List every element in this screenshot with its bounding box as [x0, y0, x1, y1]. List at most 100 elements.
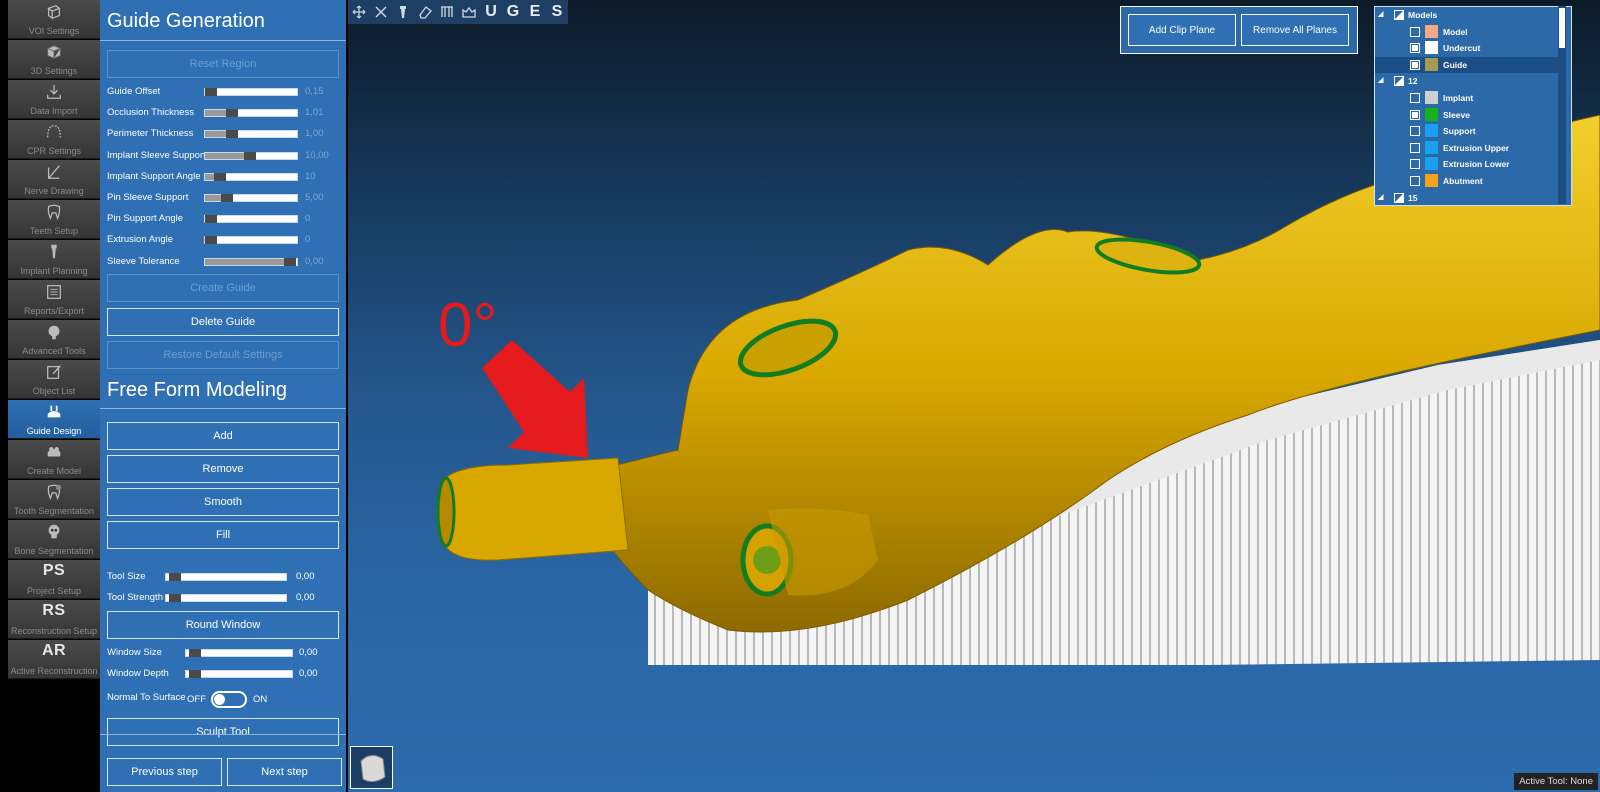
- visibility-checkbox[interactable]: [1410, 142, 1420, 153]
- nav-object-list[interactable]: Object List: [8, 360, 100, 399]
- nav-reports-export[interactable]: Reports/Export: [8, 280, 100, 319]
- tree-item-extrusion-upper[interactable]: Extrusion Upper: [1375, 140, 1559, 156]
- pin-sleeve-support-slider[interactable]: [204, 194, 298, 202]
- sleeve-tolerance-slider[interactable]: [204, 257, 298, 266]
- next-step-button[interactable]: Next step: [227, 758, 342, 786]
- nav-cpr-settings[interactable]: CPR Settings: [8, 120, 100, 159]
- close-icon[interactable]: [370, 0, 392, 24]
- visibility-checkbox[interactable]: [1394, 10, 1404, 20]
- color-swatch[interactable]: [1425, 41, 1438, 55]
- nav-reconstruction-setup[interactable]: RS Reconstruction Setup: [8, 600, 100, 639]
- guide-offset-slider[interactable]: [204, 88, 298, 96]
- expand-arrow-icon[interactable]: ◢: [1378, 10, 1383, 18]
- eraser-icon[interactable]: [414, 0, 436, 24]
- expand-arrow-icon[interactable]: ◢: [1378, 193, 1383, 201]
- view-g-button[interactable]: G: [502, 0, 524, 24]
- module-sidebar: VOI Settings 3D Settings Data Import CPR Se…: [0, 0, 100, 792]
- 3d-viewport[interactable]: 0° UGES Add Clip Plane Remove All Planes…: [348, 0, 1600, 792]
- nav-3d-settings[interactable]: 3D Settings: [8, 40, 100, 79]
- add-button[interactable]: Add: [107, 422, 339, 450]
- nav-teeth-setup[interactable]: Teeth Setup: [8, 200, 100, 239]
- tree-item-undercut[interactable]: Undercut: [1375, 40, 1559, 56]
- reset-region-button[interactable]: Reset Region: [107, 50, 339, 78]
- tree-item-support[interactable]: Support: [1375, 123, 1559, 139]
- smooth-button[interactable]: Smooth: [107, 488, 339, 516]
- pin-tool-icon[interactable]: [436, 0, 458, 24]
- visibility-checkbox[interactable]: [1410, 109, 1420, 120]
- visibility-checkbox[interactable]: [1410, 26, 1420, 37]
- normal-to-surface-toggle[interactable]: [211, 691, 247, 708]
- tool-size-value: 0,00: [296, 571, 315, 582]
- visibility-checkbox[interactable]: [1410, 126, 1420, 137]
- visibility-checkbox[interactable]: [1410, 159, 1420, 170]
- scroll-thumb[interactable]: [1559, 8, 1565, 48]
- tree-item-guide[interactable]: Guide: [1375, 56, 1559, 73]
- tree-item-implant[interactable]: Implant: [1375, 90, 1559, 106]
- color-swatch[interactable]: [1425, 157, 1438, 171]
- window-size-label: Window Size: [107, 647, 162, 658]
- visibility-checkbox[interactable]: [1394, 76, 1404, 87]
- arch-icon: [8, 123, 100, 141]
- nav-bone-segmentation[interactable]: Bone Segmentation: [8, 520, 100, 559]
- remove-button[interactable]: Remove: [107, 455, 339, 483]
- nav-create-model[interactable]: Create Model: [8, 440, 100, 479]
- view-e-button[interactable]: E: [524, 0, 546, 24]
- implant-support-angle-slider[interactable]: [204, 172, 298, 181]
- color-swatch[interactable]: [1425, 57, 1438, 71]
- tree-group-12[interactable]: ◢ 12: [1375, 73, 1559, 89]
- sculpt-tool-button[interactable]: Sculpt Tool: [107, 718, 339, 746]
- view-u-button[interactable]: U: [480, 0, 502, 24]
- tree-item-sleeve[interactable]: Sleeve: [1375, 107, 1559, 123]
- color-swatch[interactable]: [1425, 107, 1438, 121]
- tree-item-model[interactable]: Model: [1375, 24, 1559, 40]
- visibility-checkbox[interactable]: [1410, 93, 1420, 103]
- visibility-checkbox[interactable]: [1410, 59, 1420, 70]
- fill-button[interactable]: Fill: [107, 521, 339, 549]
- move-icon[interactable]: [348, 0, 370, 24]
- tree-item-extrusion-lower[interactable]: Extrusion Lower: [1375, 156, 1559, 172]
- color-swatch[interactable]: [1425, 91, 1438, 104]
- nav-implant-planning[interactable]: Implant Planning: [8, 240, 100, 279]
- tool-strength-slider[interactable]: [165, 594, 287, 602]
- implant-tool-icon[interactable]: [392, 0, 414, 24]
- object-tree-scrollbar[interactable]: [1558, 6, 1566, 204]
- tree-item-abutment[interactable]: Abutment: [1375, 173, 1559, 189]
- occlusion-thickness-slider[interactable]: [204, 109, 298, 118]
- delete-guide-button[interactable]: Delete Guide: [107, 308, 339, 336]
- remove-all-planes-button[interactable]: Remove All Planes: [1241, 14, 1349, 46]
- nav-project-setup[interactable]: PS Project Setup: [8, 560, 100, 599]
- crown-tool-icon[interactable]: [458, 0, 480, 24]
- view-s-button[interactable]: S: [546, 0, 568, 24]
- color-swatch[interactable]: [1425, 24, 1438, 38]
- visibility-checkbox[interactable]: [1410, 43, 1420, 54]
- round-window-button[interactable]: Round Window: [107, 611, 339, 639]
- restore-default-settings-button[interactable]: Restore Default Settings: [107, 341, 339, 369]
- nav-guide-design[interactable]: Guide Design: [8, 400, 100, 439]
- extrusion-angle-slider[interactable]: [204, 236, 298, 245]
- nav-voi-settings[interactable]: VOI Settings: [8, 0, 100, 39]
- visibility-checkbox[interactable]: [1394, 192, 1404, 203]
- perimeter-thickness-slider[interactable]: [204, 130, 298, 139]
- create-guide-button[interactable]: Create Guide: [107, 274, 339, 302]
- nav-active-reconstruction[interactable]: AR Active Reconstruction: [8, 640, 100, 679]
- window-size-slider[interactable]: [185, 649, 293, 657]
- nav-tooth-segmentation[interactable]: Tooth Segmentation: [8, 480, 100, 519]
- tool-size-slider[interactable]: [165, 573, 287, 581]
- color-swatch[interactable]: [1425, 140, 1438, 154]
- param-row: Perimeter Thickness 1,00: [107, 126, 343, 142]
- tree-group-models[interactable]: ◢ Models: [1375, 7, 1559, 23]
- color-swatch[interactable]: [1425, 174, 1438, 187]
- nav-data-import[interactable]: Data Import: [8, 80, 100, 119]
- model-thumbnail[interactable]: [350, 746, 393, 789]
- visibility-checkbox[interactable]: [1410, 176, 1420, 186]
- implant-sleeve-support-slider[interactable]: [204, 151, 298, 160]
- add-clip-plane-button[interactable]: Add Clip Plane: [1128, 14, 1236, 46]
- window-depth-slider[interactable]: [185, 670, 293, 678]
- pin-support-angle-slider[interactable]: [204, 215, 298, 224]
- previous-step-button[interactable]: Previous step: [107, 758, 222, 786]
- tree-group-15[interactable]: ◢ 15: [1375, 190, 1559, 205]
- nav-advanced-tools[interactable]: Advanced Tools: [8, 320, 100, 359]
- nav-nerve-drawing[interactable]: Nerve Drawing: [8, 160, 100, 199]
- color-swatch[interactable]: [1425, 124, 1438, 138]
- expand-arrow-icon[interactable]: ◢: [1378, 76, 1383, 84]
